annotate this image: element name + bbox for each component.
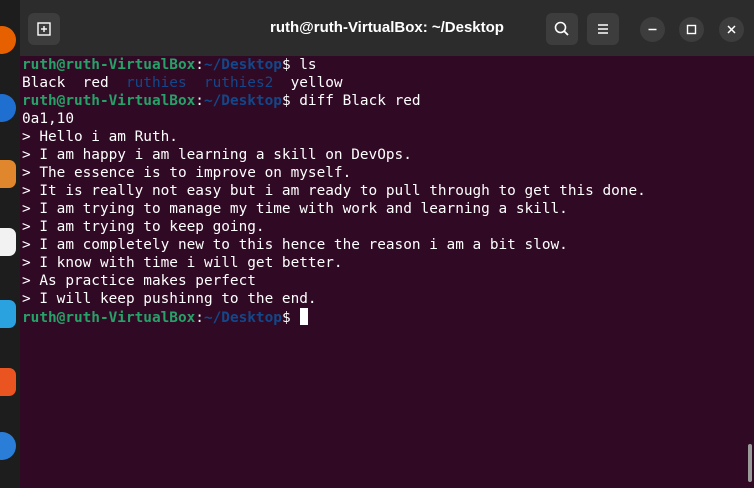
directory-entry: ruthies [125,75,187,91]
prompt-line: ruth@ruth-VirtualBox:~/Desktop$ ls [22,56,754,74]
search-button[interactable] [546,13,578,45]
menu-icon [598,24,608,34]
software-icon[interactable] [0,368,16,396]
prompt-separator: : [195,310,204,326]
diff-output-line: 0a1,10 [22,111,74,127]
diff-output-line: > The essence is to improve on myself. [22,165,352,181]
writer-icon[interactable] [0,300,16,328]
prompt-separator: : [195,93,204,109]
search-icon [554,21,569,36]
prompt-path: ~/Desktop [203,93,282,109]
terminal-window: ruth@ruth-VirtualBox: ~/Desktop ruth@rut… [20,0,754,488]
ls-output-line: Black red ruthies ruthies2 yellow [22,74,754,92]
text-cursor [300,308,309,325]
prompt-user: ruth@ruth-VirtualBox [22,310,196,326]
prompt-line: ruth@ruth-VirtualBox:~/Desktop$ [22,308,754,326]
file-entry: Black [22,75,66,91]
maximize-button[interactable] [679,17,704,42]
diff-output-line: > I know with time i will get better. [22,255,343,271]
prompt-symbol: $ [281,310,291,326]
minimize-icon [648,28,657,31]
help-icon[interactable] [0,432,16,460]
directory-entry: ruthies2 [203,75,274,91]
prompt-user: ruth@ruth-VirtualBox [22,93,196,109]
maximize-icon [686,24,697,35]
prompt-path: ~/Desktop [203,57,282,73]
minimize-button[interactable] [640,17,665,42]
file-entry: yellow [290,75,343,91]
diff-output-line: > I am trying to manage my time with wor… [22,201,568,217]
prompt-symbol: $ [281,57,291,73]
diff-output-line: > I am happy i am learning a skill on De… [22,147,412,163]
rhythmbox-icon[interactable] [0,228,16,256]
close-button[interactable] [719,17,744,42]
dock [0,0,20,488]
diff-output-line: > Hello i am Ruth. [22,129,178,145]
diff-output-line: > I will keep pushinng to the end. [22,291,317,307]
diff-output-line: > It is really not easy but i am ready t… [22,183,646,199]
prompt-user: ruth@ruth-VirtualBox [22,57,196,73]
command-text [291,310,300,326]
diff-output-line: > I am trying to keep going. [22,219,265,235]
file-entry: red [82,75,109,91]
files-icon[interactable] [0,160,16,188]
prompt-separator: : [195,57,204,73]
terminal-output[interactable]: ruth@ruth-VirtualBox:~/Desktop$ ls Black… [22,56,754,488]
firefox-icon[interactable] [0,26,16,54]
command-text: ls [290,57,317,73]
command-text: diff Black red [290,93,421,109]
prompt-line: ruth@ruth-VirtualBox:~/Desktop$ diff Bla… [22,92,754,110]
diff-output-line: > As practice makes perfect [22,273,256,289]
close-icon [727,25,736,34]
scrollbar[interactable] [748,444,752,482]
prompt-path: ~/Desktop [203,310,282,326]
diff-output-line: > I am completely new to this hence the … [22,237,568,253]
thunderbird-icon[interactable] [0,94,16,122]
title-bar: ruth@ruth-VirtualBox: ~/Desktop [20,0,754,56]
menu-button[interactable] [587,13,619,45]
prompt-symbol: $ [281,93,291,109]
